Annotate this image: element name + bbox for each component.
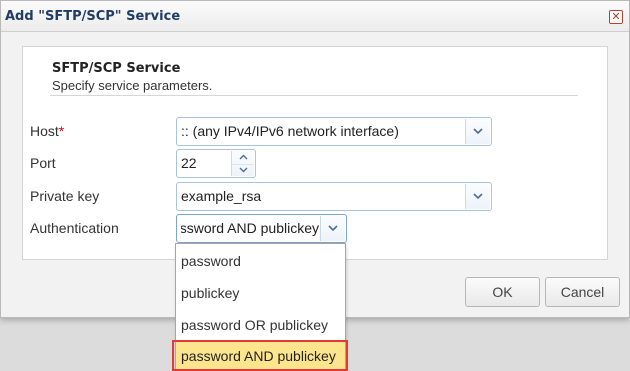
chevron-down-icon [239, 167, 247, 173]
host-dropdown[interactable]: :: (any IPv4/IPv6 network interface) [176, 117, 492, 146]
private-key-dropdown[interactable]: example_rsa [176, 182, 492, 211]
port-stepper[interactable]: 22 [176, 149, 256, 178]
chevron-down-icon [473, 128, 483, 135]
option-password[interactable]: password [176, 246, 345, 276]
option-publickey[interactable]: publickey [176, 278, 345, 308]
port-spinner [231, 151, 254, 176]
dialog-title: Add "SFTP/SCP" Service [5, 9, 181, 24]
authentication-label: Authentication [30, 220, 119, 236]
section-subtitle: Specify service parameters. [52, 78, 213, 93]
spin-up-button[interactable] [232, 151, 254, 165]
port-label: Port [30, 155, 56, 171]
option-password-or-publickey[interactable]: password OR publickey [176, 310, 345, 340]
private-key-dropdown-button[interactable] [465, 184, 490, 209]
private-key-value: example_rsa [181, 188, 262, 204]
host-label: Host* [30, 123, 64, 139]
host-dropdown-button[interactable] [465, 119, 490, 144]
authentication-dropdown[interactable]: password AND publickey [176, 214, 347, 243]
close-icon[interactable]: ✕ [609, 10, 623, 24]
authentication-value: password AND publickey [181, 220, 319, 236]
spin-down-button[interactable] [232, 164, 254, 177]
option-password-and-publickey[interactable]: password AND publickey [176, 342, 345, 370]
host-label-text: Host [30, 123, 59, 139]
section-divider [50, 95, 578, 96]
authentication-dropdown-button[interactable] [320, 216, 345, 241]
section-title: SFTP/SCP Service [52, 61, 181, 76]
authentication-options-list: password publickey password OR publickey… [175, 243, 346, 371]
ok-button[interactable]: OK [465, 277, 540, 307]
dialog-titlebar: Add "SFTP/SCP" Service ✕ [1, 1, 629, 32]
cancel-button[interactable]: Cancel [545, 277, 620, 307]
required-mark: * [58, 123, 65, 139]
chevron-down-icon [328, 225, 338, 232]
port-value: 22 [181, 155, 197, 171]
chevron-down-icon [473, 193, 483, 200]
host-value: :: (any IPv4/IPv6 network interface) [181, 123, 399, 139]
authentication-value-clip: password AND publickey [181, 220, 319, 236]
chevron-up-icon [239, 154, 247, 160]
private-key-label: Private key [30, 188, 100, 204]
